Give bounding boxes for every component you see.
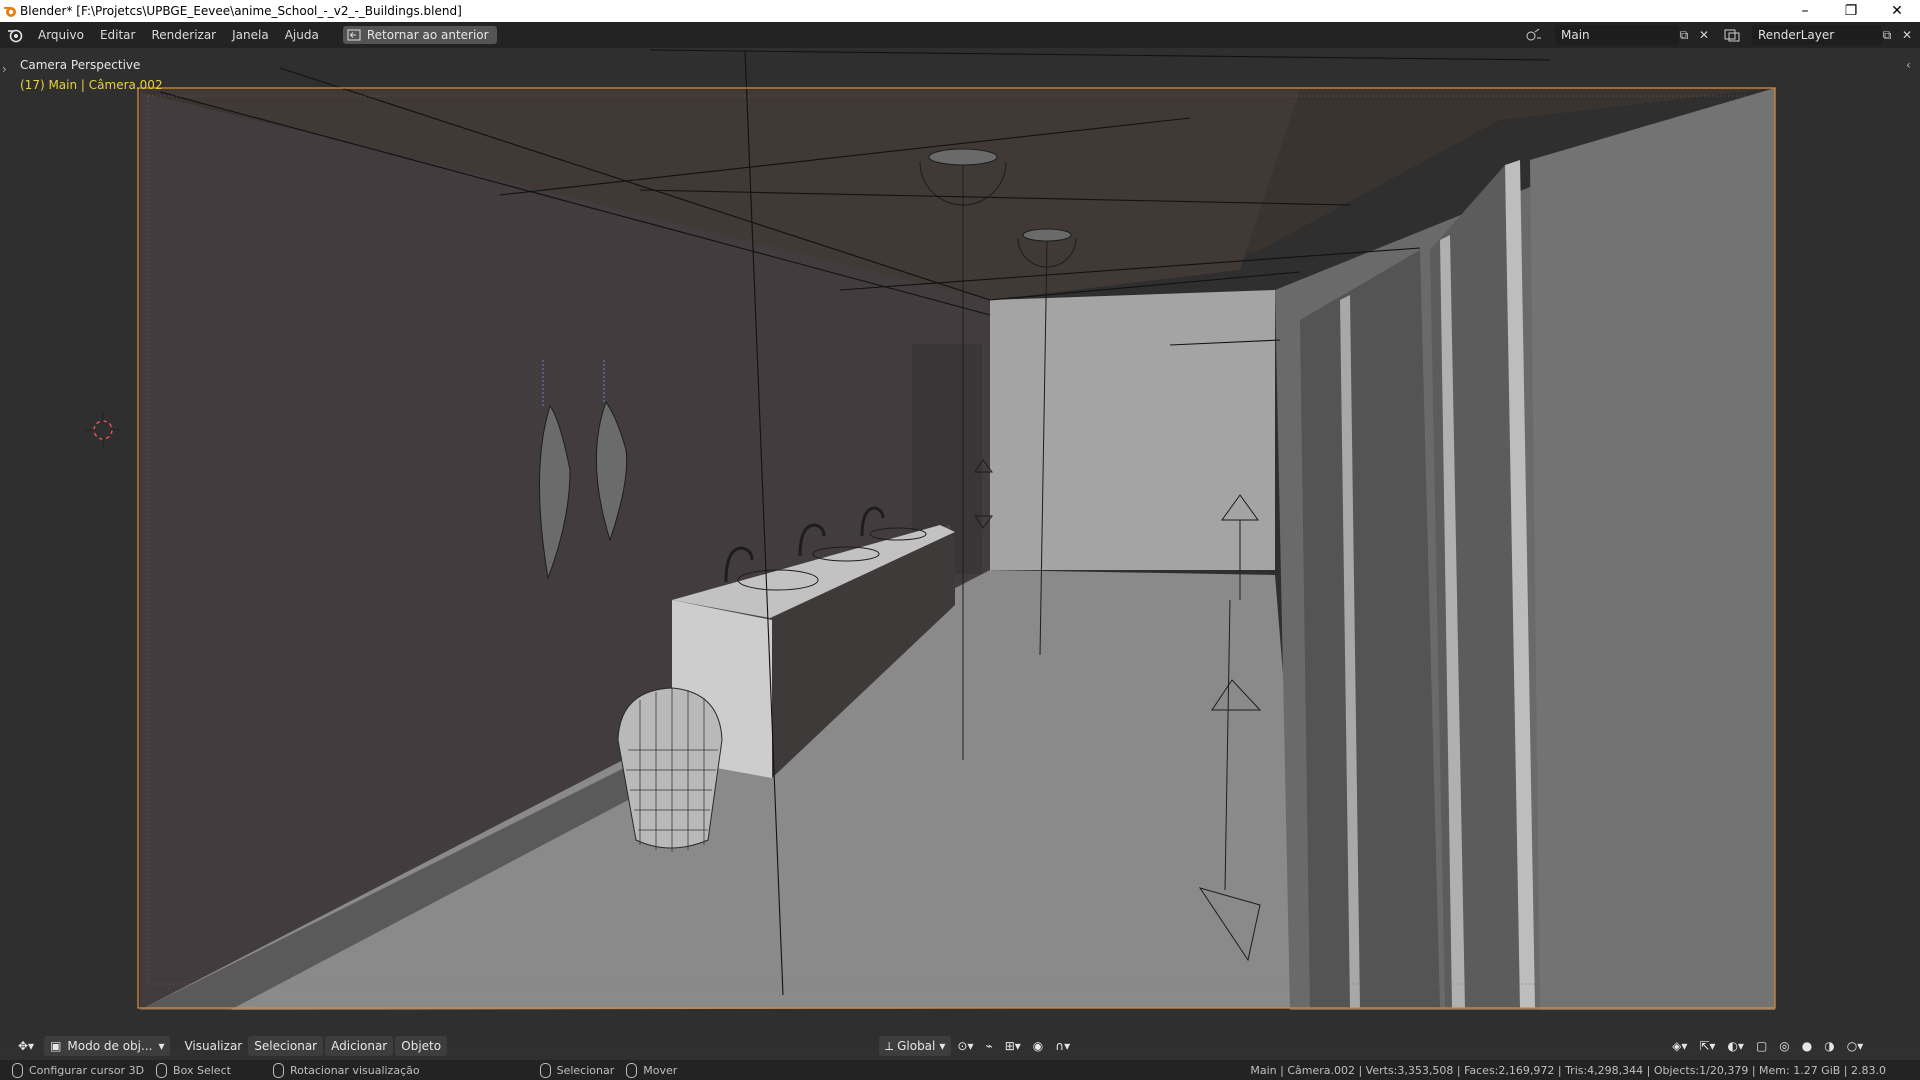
- close-window-icon[interactable]: ✕: [1874, 0, 1920, 22]
- menu-janela[interactable]: Janela: [224, 28, 277, 42]
- back-button-label: Retornar ao anterior: [366, 28, 489, 42]
- status-move: Mover: [626, 1062, 678, 1078]
- pivot-point-icon[interactable]: ⊙▾: [951, 1036, 979, 1056]
- window-titlebar: Blender* [F:\Projetcs\UPBGE_Eevee\anime_…: [0, 0, 1920, 22]
- solid-shading-icon[interactable]: ●: [1796, 1036, 1818, 1056]
- remove-view-layer-icon[interactable]: ✕: [1897, 25, 1917, 45]
- status-left-click: Configurar cursor 3D: [12, 1062, 145, 1078]
- mouse-select-icon: [539, 1062, 551, 1078]
- new-scene-icon[interactable]: ⧉: [1674, 25, 1694, 45]
- mode-selector[interactable]: ▣ Modo de obj... ▾: [44, 1036, 171, 1056]
- material-shading-icon[interactable]: ◑: [1818, 1036, 1840, 1056]
- back-to-previous-button[interactable]: Retornar ao anterior: [342, 26, 497, 44]
- menu-arquivo[interactable]: Arquivo: [30, 28, 92, 42]
- menu-adicionar[interactable]: Adicionar: [325, 1036, 394, 1056]
- mouse-middle-icon: [272, 1062, 284, 1078]
- snap-target-icon[interactable]: ⊞▾: [999, 1036, 1027, 1056]
- restore-icon[interactable]: ❐: [1828, 0, 1874, 22]
- toolbar-toggle-icon[interactable]: ›: [2, 62, 7, 76]
- rendered-shading-icon[interactable]: ○▾: [1841, 1036, 1870, 1056]
- sidebar-toggle-icon[interactable]: ‹: [1906, 58, 1911, 72]
- wireframe-shading-icon[interactable]: ◎: [1773, 1036, 1795, 1056]
- falloff-curve-icon[interactable]: ∩▾: [1049, 1036, 1076, 1056]
- new-view-layer-icon[interactable]: ⧉: [1877, 25, 1897, 45]
- status-move-label: Mover: [643, 1063, 678, 1077]
- back-icon: [347, 29, 361, 41]
- status-rotate-view: Rotacionar visualização: [272, 1062, 420, 1078]
- status-box-select: Box Select: [156, 1062, 231, 1078]
- active-object-label: (17) Main | Câmera.002: [20, 78, 163, 92]
- window-title: Blender* [F:\Projetcs\UPBGE_Eevee\anime_…: [20, 4, 462, 18]
- scene-name-field[interactable]: Main: [1555, 25, 1679, 45]
- menu-ajuda[interactable]: Ajuda: [277, 28, 327, 42]
- blender-menu-icon[interactable]: [0, 27, 30, 43]
- 3d-viewport[interactable]: Camera Perspective (17) Main | Câmera.00…: [0, 48, 1920, 1048]
- overlay-icon[interactable]: ◐▾: [1721, 1036, 1750, 1056]
- status-cursor-label: Configurar cursor 3D: [29, 1063, 145, 1077]
- status-rotate-label: Rotacionar visualização: [289, 1063, 420, 1077]
- editor-type-icon[interactable]: ✥▾: [12, 1036, 40, 1056]
- mouse-drag-icon: [156, 1062, 168, 1078]
- visibility-icon[interactable]: ◈▾: [1666, 1036, 1693, 1056]
- axis-icon: ⟂: [885, 1038, 894, 1053]
- scene-statistics: Main | Câmera.002 | Verts:3,353,508 | Fa…: [1250, 1063, 1886, 1077]
- orientation-label: Global: [897, 1039, 936, 1053]
- mouse-left-icon: [12, 1062, 23, 1078]
- menu-visualizar[interactable]: Visualizar: [178, 1036, 248, 1056]
- status-select: Selecionar: [539, 1062, 615, 1078]
- status-bar: Configurar cursor 3D Box Select Rotacion…: [0, 1060, 1920, 1080]
- view-layer-field[interactable]: RenderLayer: [1752, 25, 1882, 45]
- minimize-icon[interactable]: –: [1782, 0, 1828, 22]
- blender-logo-icon: [0, 0, 20, 22]
- status-select-label: Selecionar: [556, 1063, 615, 1077]
- object-mode-icon: ▣: [50, 1039, 62, 1053]
- snap-toggle-icon[interactable]: ⌁: [979, 1036, 998, 1056]
- menu-selecionar[interactable]: Selecionar: [248, 1036, 324, 1056]
- scene-name: Main: [1561, 28, 1590, 42]
- mode-label: Modo de obj...: [67, 1039, 153, 1053]
- menu-editar[interactable]: Editar: [92, 28, 144, 42]
- viewport-header: ✥▾ ▣ Modo de obj... ▾ Visualizar Selecion…: [0, 1034, 1920, 1058]
- transform-orientation-select[interactable]: ⟂ Global ▾: [879, 1036, 952, 1056]
- view-layer-selector-icon[interactable]: [1722, 25, 1742, 45]
- view-layer-name: RenderLayer: [1758, 28, 1835, 42]
- xray-icon[interactable]: ▢: [1750, 1036, 1773, 1056]
- proportional-edit-icon[interactable]: ◉: [1027, 1036, 1049, 1056]
- scene-render: [0, 48, 1920, 1048]
- menu-objeto[interactable]: Objeto: [395, 1036, 448, 1056]
- gizmo-icon[interactable]: ⇱▾: [1693, 1036, 1721, 1056]
- scene-selector-icon[interactable]: [1524, 25, 1544, 45]
- menu-renderizar[interactable]: Renderizar: [143, 28, 224, 42]
- view-name-label: Camera Perspective: [20, 58, 141, 72]
- status-box-select-label: Box Select: [173, 1063, 231, 1077]
- mouse-move-icon: [626, 1062, 638, 1078]
- remove-scene-icon[interactable]: ✕: [1694, 25, 1714, 45]
